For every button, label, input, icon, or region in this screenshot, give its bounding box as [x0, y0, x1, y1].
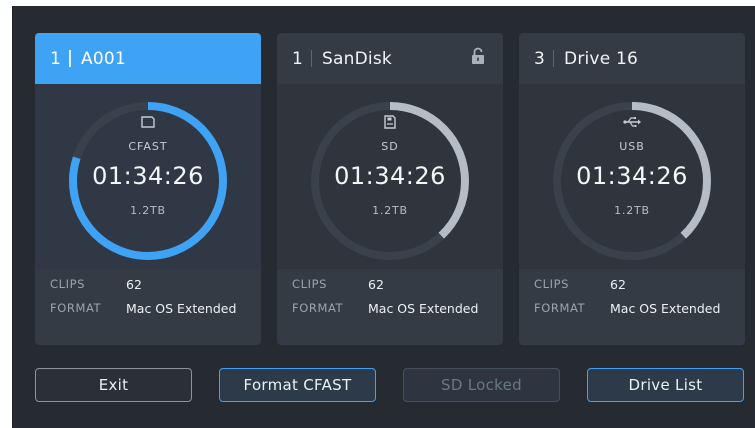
media-type: CFAST: [128, 140, 168, 153]
header-divider: [311, 50, 313, 67]
card-header: 1 SanDisk: [277, 33, 503, 84]
media-card-3[interactable]: 3 Drive 16 USB 01:34:26 1.2TB CLIPS 62 F…: [519, 33, 745, 345]
clips-row: CLIPS 62: [534, 277, 626, 292]
exit-button[interactable]: Exit: [35, 368, 192, 402]
format-value: Mac OS Extended: [126, 301, 237, 316]
format-row: FORMAT Mac OS Extended: [50, 301, 236, 316]
slot-number: 3: [534, 48, 546, 69]
capacity-label: 1.2TB: [130, 204, 166, 217]
card-header: 1 A001: [35, 33, 261, 84]
clips-label: CLIPS: [292, 277, 328, 291]
slot-number: 1: [50, 48, 62, 69]
clips-label: CLIPS: [534, 277, 570, 291]
format-value: Mac OS Extended: [368, 301, 479, 316]
format-label: FORMAT: [534, 301, 586, 315]
format-label: FORMAT: [292, 301, 344, 315]
clips-row: CLIPS 62: [50, 277, 142, 292]
card-body: SD 01:34:26 1.2TB: [277, 84, 503, 269]
media-type: SD: [381, 140, 399, 153]
card-header: 3 Drive 16: [519, 33, 745, 84]
clips-row: CLIPS 62: [292, 277, 384, 292]
format-label: FORMAT: [50, 301, 102, 315]
header-divider: [553, 50, 555, 67]
sd-card-icon: [384, 115, 396, 129]
media-card-1[interactable]: 1 A001 CFAST 01:34:26 1.2TB CLIPS 62 FOR…: [35, 33, 261, 345]
media-type: USB: [619, 140, 645, 153]
remaining-timecode: 01:34:26: [576, 162, 688, 190]
sd-locked-button: SD Locked: [403, 368, 560, 402]
remaining-timecode: 01:34:26: [334, 162, 446, 190]
clips-value: 62: [610, 277, 626, 292]
drive-list-button[interactable]: Drive List: [587, 368, 744, 402]
clips-value: 62: [368, 277, 384, 292]
card-body: USB 01:34:26 1.2TB: [519, 84, 745, 269]
usb-icon: [623, 117, 641, 128]
format-value: Mac OS Extended: [610, 301, 721, 316]
card-name: A001: [81, 48, 126, 69]
lock-icon: [472, 47, 484, 64]
media-card-2[interactable]: 1 SanDisk SD 01:34:26 1.2TB CLIPS 62 FOR…: [277, 33, 503, 345]
format-cfast-button[interactable]: Format CFAST: [219, 368, 376, 402]
format-row: FORMAT Mac OS Extended: [292, 301, 478, 316]
clips-label: CLIPS: [50, 277, 86, 291]
storage-screen: 1 A001 CFAST 01:34:26 1.2TB CLIPS 62 FOR…: [12, 6, 755, 428]
header-divider: [69, 50, 72, 67]
card-name: Drive 16: [564, 48, 638, 69]
slot-number: 1: [292, 48, 304, 69]
card-name: SanDisk: [322, 48, 392, 69]
capacity-label: 1.2TB: [614, 204, 650, 217]
cfast-card-icon: [141, 116, 155, 128]
card-body: CFAST 01:34:26 1.2TB: [35, 84, 261, 269]
capacity-label: 1.2TB: [372, 204, 408, 217]
clips-value: 62: [126, 277, 142, 292]
remaining-timecode: 01:34:26: [92, 162, 204, 190]
format-row: FORMAT Mac OS Extended: [534, 301, 720, 316]
